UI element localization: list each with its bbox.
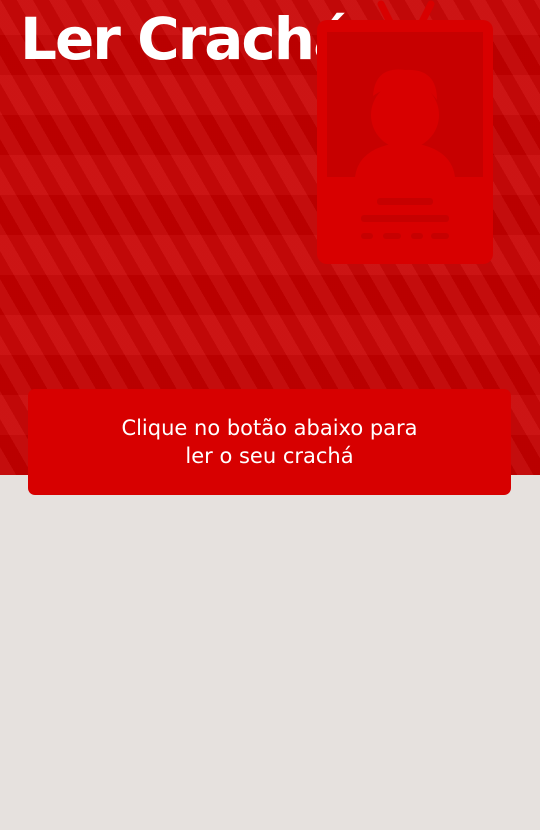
id-badge-icon xyxy=(317,0,493,264)
instruction-card: Clique no botão abaixo para ler o seu cr… xyxy=(28,389,511,495)
instruction-text: Clique no botão abaixo para ler o seu cr… xyxy=(121,416,418,468)
page-title: Ler Crachá xyxy=(20,5,352,73)
